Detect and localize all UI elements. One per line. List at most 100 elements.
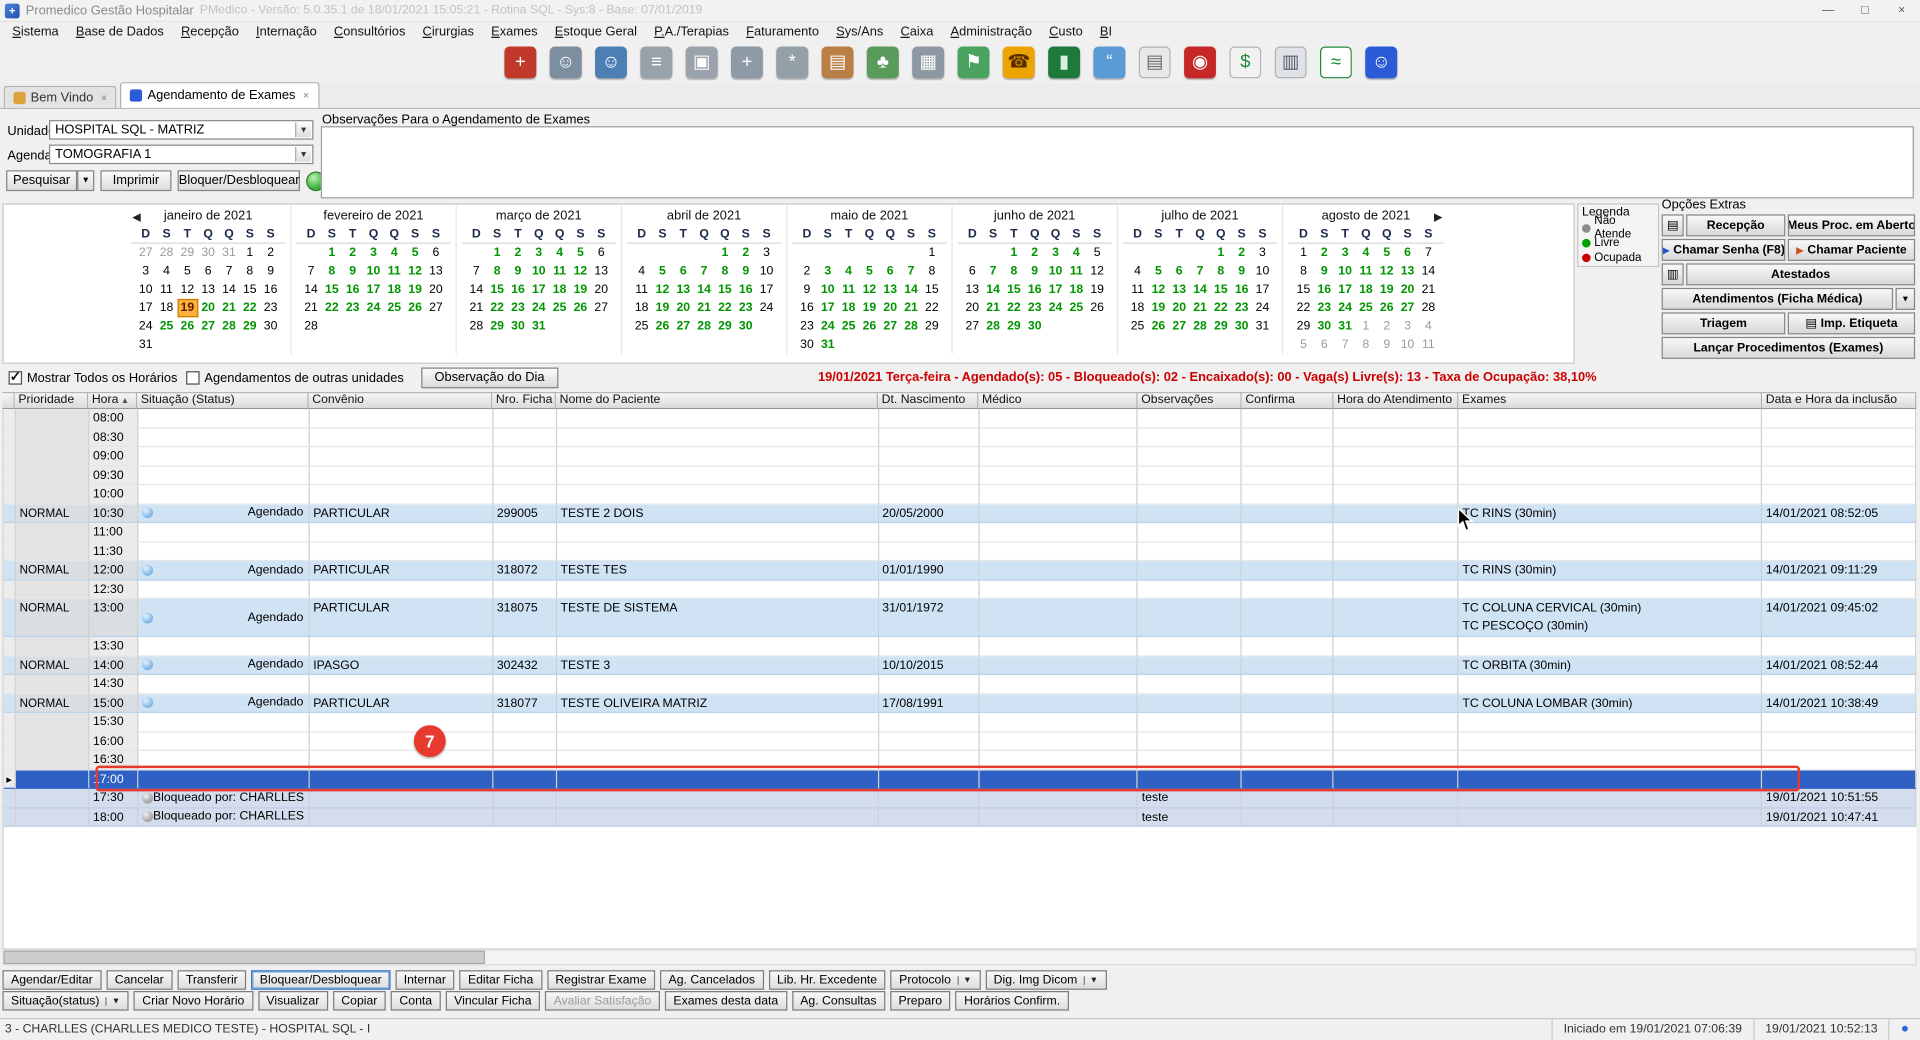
calendar-day[interactable]: 6	[1314, 336, 1335, 354]
documents-icon[interactable]: ▥	[1275, 47, 1307, 79]
calendar-day[interactable]: 21	[1190, 299, 1211, 317]
calendar-day[interactable]: 29	[1003, 317, 1024, 335]
calendar-day[interactable]: 30	[260, 317, 281, 335]
action-preparo[interactable]: Preparo	[890, 991, 951, 1011]
calendar-day[interactable]: 11	[1066, 262, 1087, 280]
calendar-day[interactable]: 17	[528, 281, 549, 299]
calendar-day[interactable]: 21	[694, 299, 715, 317]
calendar-day[interactable]: 8	[1210, 262, 1231, 280]
calendar-day[interactable]: 9	[1024, 262, 1045, 280]
calendar-day[interactable]: 21	[219, 299, 240, 317]
calendar-day[interactable]: 13	[880, 281, 901, 299]
tab-agendamento-de-exames[interactable]: Agendamento de Exames×	[121, 82, 319, 108]
calendar-day[interactable]: 7	[219, 262, 240, 280]
calendar-day[interactable]: 16	[735, 281, 756, 299]
calendar-day[interactable]: 13	[198, 281, 219, 299]
calendar-day[interactable]: 24	[1045, 299, 1066, 317]
calendar-day[interactable]: 19	[405, 281, 426, 299]
calendar-day[interactable]: 6	[591, 244, 612, 262]
menu-internacao[interactable]: Internação	[247, 23, 325, 40]
menu-sistema[interactable]: Sistema	[4, 23, 68, 40]
calendar-day[interactable]: 20	[198, 299, 219, 317]
calendar-day[interactable]: 30	[797, 336, 818, 354]
chamar-senha-button[interactable]: ▶Chamar Senha (F8)	[1662, 239, 1786, 261]
maximize-button[interactable]: □	[1847, 0, 1884, 21]
calendar-day[interactable]: 10	[1252, 262, 1273, 280]
action-agendar-editar[interactable]: Agendar/Editar	[2, 970, 101, 990]
calendar-day[interactable]: 23	[735, 299, 756, 317]
calendar-day[interactable]: 8	[921, 262, 942, 280]
calendar-day[interactable]: 17	[1252, 281, 1273, 299]
calendar-day[interactable]: 24	[756, 299, 777, 317]
calendar-day[interactable]: 28	[156, 244, 177, 262]
unidade-select[interactable]: HOSPITAL SQL - MATRIZ▼	[49, 120, 313, 140]
tab-close-icon[interactable]: ×	[303, 89, 309, 101]
calendar-day[interactable]: 28	[219, 317, 240, 335]
calendar-day[interactable]: 4	[1356, 244, 1377, 262]
menu-exames[interactable]: Exames	[483, 23, 547, 40]
calendar-day[interactable]: 11	[1418, 336, 1439, 354]
calendar-day[interactable]: 12	[1087, 262, 1108, 280]
scrollbar-thumb[interactable]	[4, 951, 485, 964]
calendar-day[interactable]: 25	[549, 299, 570, 317]
calendar-day[interactable]: 8	[1356, 336, 1377, 354]
calendar-day[interactable]: 26	[1148, 317, 1169, 335]
calendar-day[interactable]: 30	[1314, 317, 1335, 335]
menu-bi[interactable]: BI	[1091, 23, 1120, 40]
calendar-day[interactable]: 19	[1376, 281, 1397, 299]
observacao-do-dia-button[interactable]: Observação do Dia	[421, 368, 558, 389]
calendar-day[interactable]: 23	[508, 299, 529, 317]
calendar-day[interactable]: 18	[838, 299, 859, 317]
calendar-day[interactable]: 29	[1293, 317, 1314, 335]
menu-p-a-terapias[interactable]: P.A./Terapias	[646, 23, 738, 40]
chevron-down-icon[interactable]: ▼	[295, 147, 311, 162]
calendar-day[interactable]: 4	[156, 262, 177, 280]
calendar-day[interactable]: 24	[1335, 299, 1356, 317]
calendar-day[interactable]: 27	[426, 299, 447, 317]
schedule-row-1400[interactable]: NORMAL14:00AgendadoIPASGO302432TESTE 310…	[4, 656, 1917, 675]
menu-recepcao[interactable]: Recepção	[172, 23, 247, 40]
calendar-day[interactable]: 9	[797, 281, 818, 299]
action-bloquear-desbloquear[interactable]: Bloquear/Desbloquear	[251, 970, 390, 990]
calendar-day[interactable]: 27	[198, 317, 219, 335]
calendar-day[interactable]: 9	[508, 262, 529, 280]
calendar-day[interactable]: 5	[177, 262, 198, 280]
calendar-day[interactable]: 11	[384, 262, 405, 280]
col-convenio[interactable]: Convênio	[309, 392, 493, 409]
calendar-day[interactable]: 5	[570, 244, 591, 262]
calendar-day[interactable]: 26	[570, 299, 591, 317]
calendar-day[interactable]: 15	[714, 281, 735, 299]
calendar-day[interactable]: 26	[405, 299, 426, 317]
calendar-day[interactable]: 28	[301, 317, 322, 335]
calendar-day[interactable]: 21	[466, 299, 487, 317]
meus-proc-button[interactable]: Meus Proc. em Aberto	[1788, 214, 1915, 236]
calendar-day[interactable]: 13	[1169, 281, 1190, 299]
calendar-day[interactable]: 27	[880, 317, 901, 335]
menu-administracao[interactable]: Administração	[942, 23, 1041, 40]
calendar-day[interactable]: 1	[921, 244, 942, 262]
calendar-day[interactable]: 19	[177, 299, 198, 317]
calendar-day[interactable]: 17	[1335, 281, 1356, 299]
calendar-day[interactable]: 20	[962, 299, 983, 317]
calendar-day[interactable]: 12	[652, 281, 673, 299]
calendar-day[interactable]: 19	[1087, 281, 1108, 299]
calendar-day[interactable]: 5	[1148, 262, 1169, 280]
server-icon[interactable]: ▦	[912, 47, 944, 79]
calendar-day[interactable]: 4	[1418, 317, 1439, 335]
calendar-day[interactable]: 15	[921, 281, 942, 299]
calendar-day[interactable]: 20	[426, 281, 447, 299]
calendar-day[interactable]: 4	[1066, 244, 1087, 262]
action-internar[interactable]: Internar	[395, 970, 454, 990]
calendar-day[interactable]: 8	[1293, 262, 1314, 280]
calendar-day[interactable]: 7	[901, 262, 922, 280]
action-criar-novo-horario[interactable]: Criar Novo Horário	[134, 991, 253, 1011]
calendar-day[interactable]: 9	[342, 262, 363, 280]
observacoes-textarea[interactable]	[321, 126, 1914, 198]
calendar-day[interactable]: 8	[239, 262, 260, 280]
action-conta[interactable]: Conta	[391, 991, 441, 1011]
calendar-day[interactable]: 23	[1231, 299, 1252, 317]
calendar-day[interactable]: 13	[673, 281, 694, 299]
calendar-next-icon[interactable]: ▶	[1434, 211, 1442, 224]
schedule-row-1000[interactable]: 10:00	[4, 485, 1917, 504]
col-hora-do-atendimento[interactable]: Hora do Atendimento	[1333, 392, 1458, 409]
